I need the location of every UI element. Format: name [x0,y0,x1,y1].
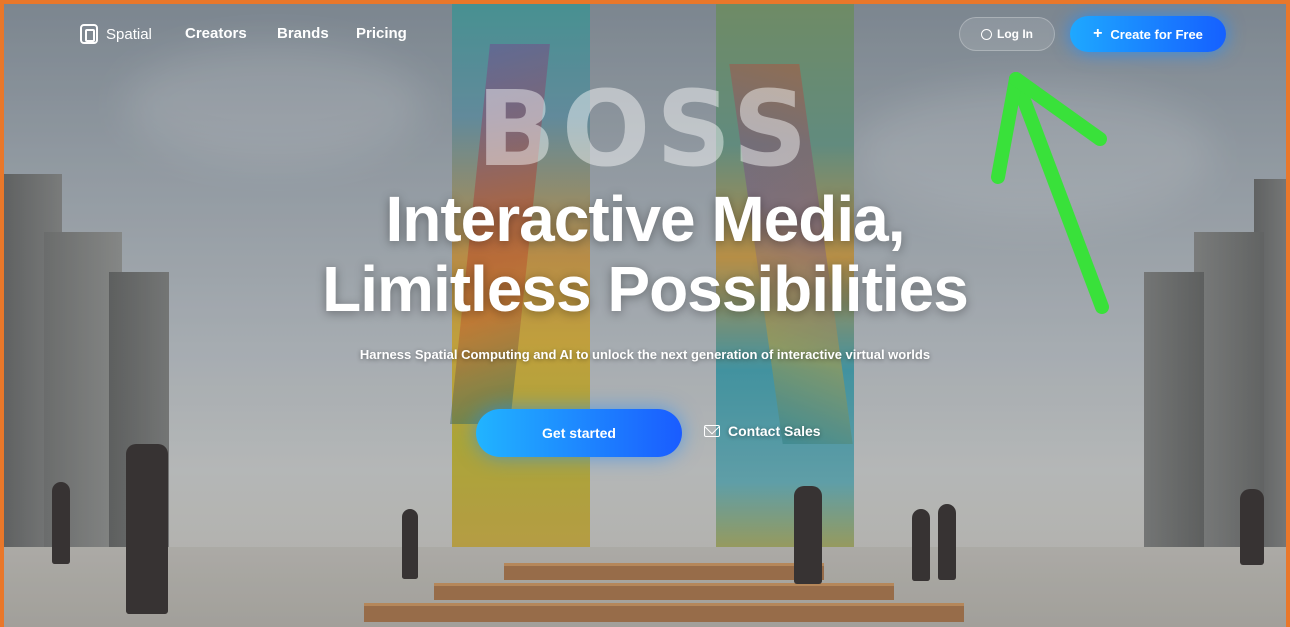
create-for-free-label: Create for Free [1110,26,1203,42]
top-nav: Spatial Creators Brands Pricing Log In +… [4,16,1286,52]
brand-name: Spatial [106,25,152,43]
page-frame: BOSS Spatial Creators Brands Pricing Log… [4,4,1286,627]
user-icon [981,28,992,40]
log-in-button[interactable]: Log In [959,17,1055,51]
brand-logo[interactable]: Spatial [80,24,152,44]
contact-sales-label: Contact Sales [728,423,821,439]
hero-subtitle: Harness Spatial Computing and AI to unlo… [359,347,931,362]
mail-icon [704,425,720,437]
plus-icon: + [1093,25,1103,42]
log-in-label: Log In [997,27,1033,41]
arrow-head-left [991,72,1023,184]
nav-link-pricing[interactable]: Pricing [356,25,407,42]
nav-link-brands[interactable]: Brands [277,25,329,42]
get-started-button[interactable]: Get started [476,409,682,457]
nav-link-creators[interactable]: Creators [185,25,247,42]
annotation-arrow-icon [991,72,1109,314]
create-for-free-button[interactable]: + Create for Free [1070,16,1226,52]
contact-sales-link[interactable]: Contact Sales [704,423,821,439]
logo-icon [80,24,98,44]
